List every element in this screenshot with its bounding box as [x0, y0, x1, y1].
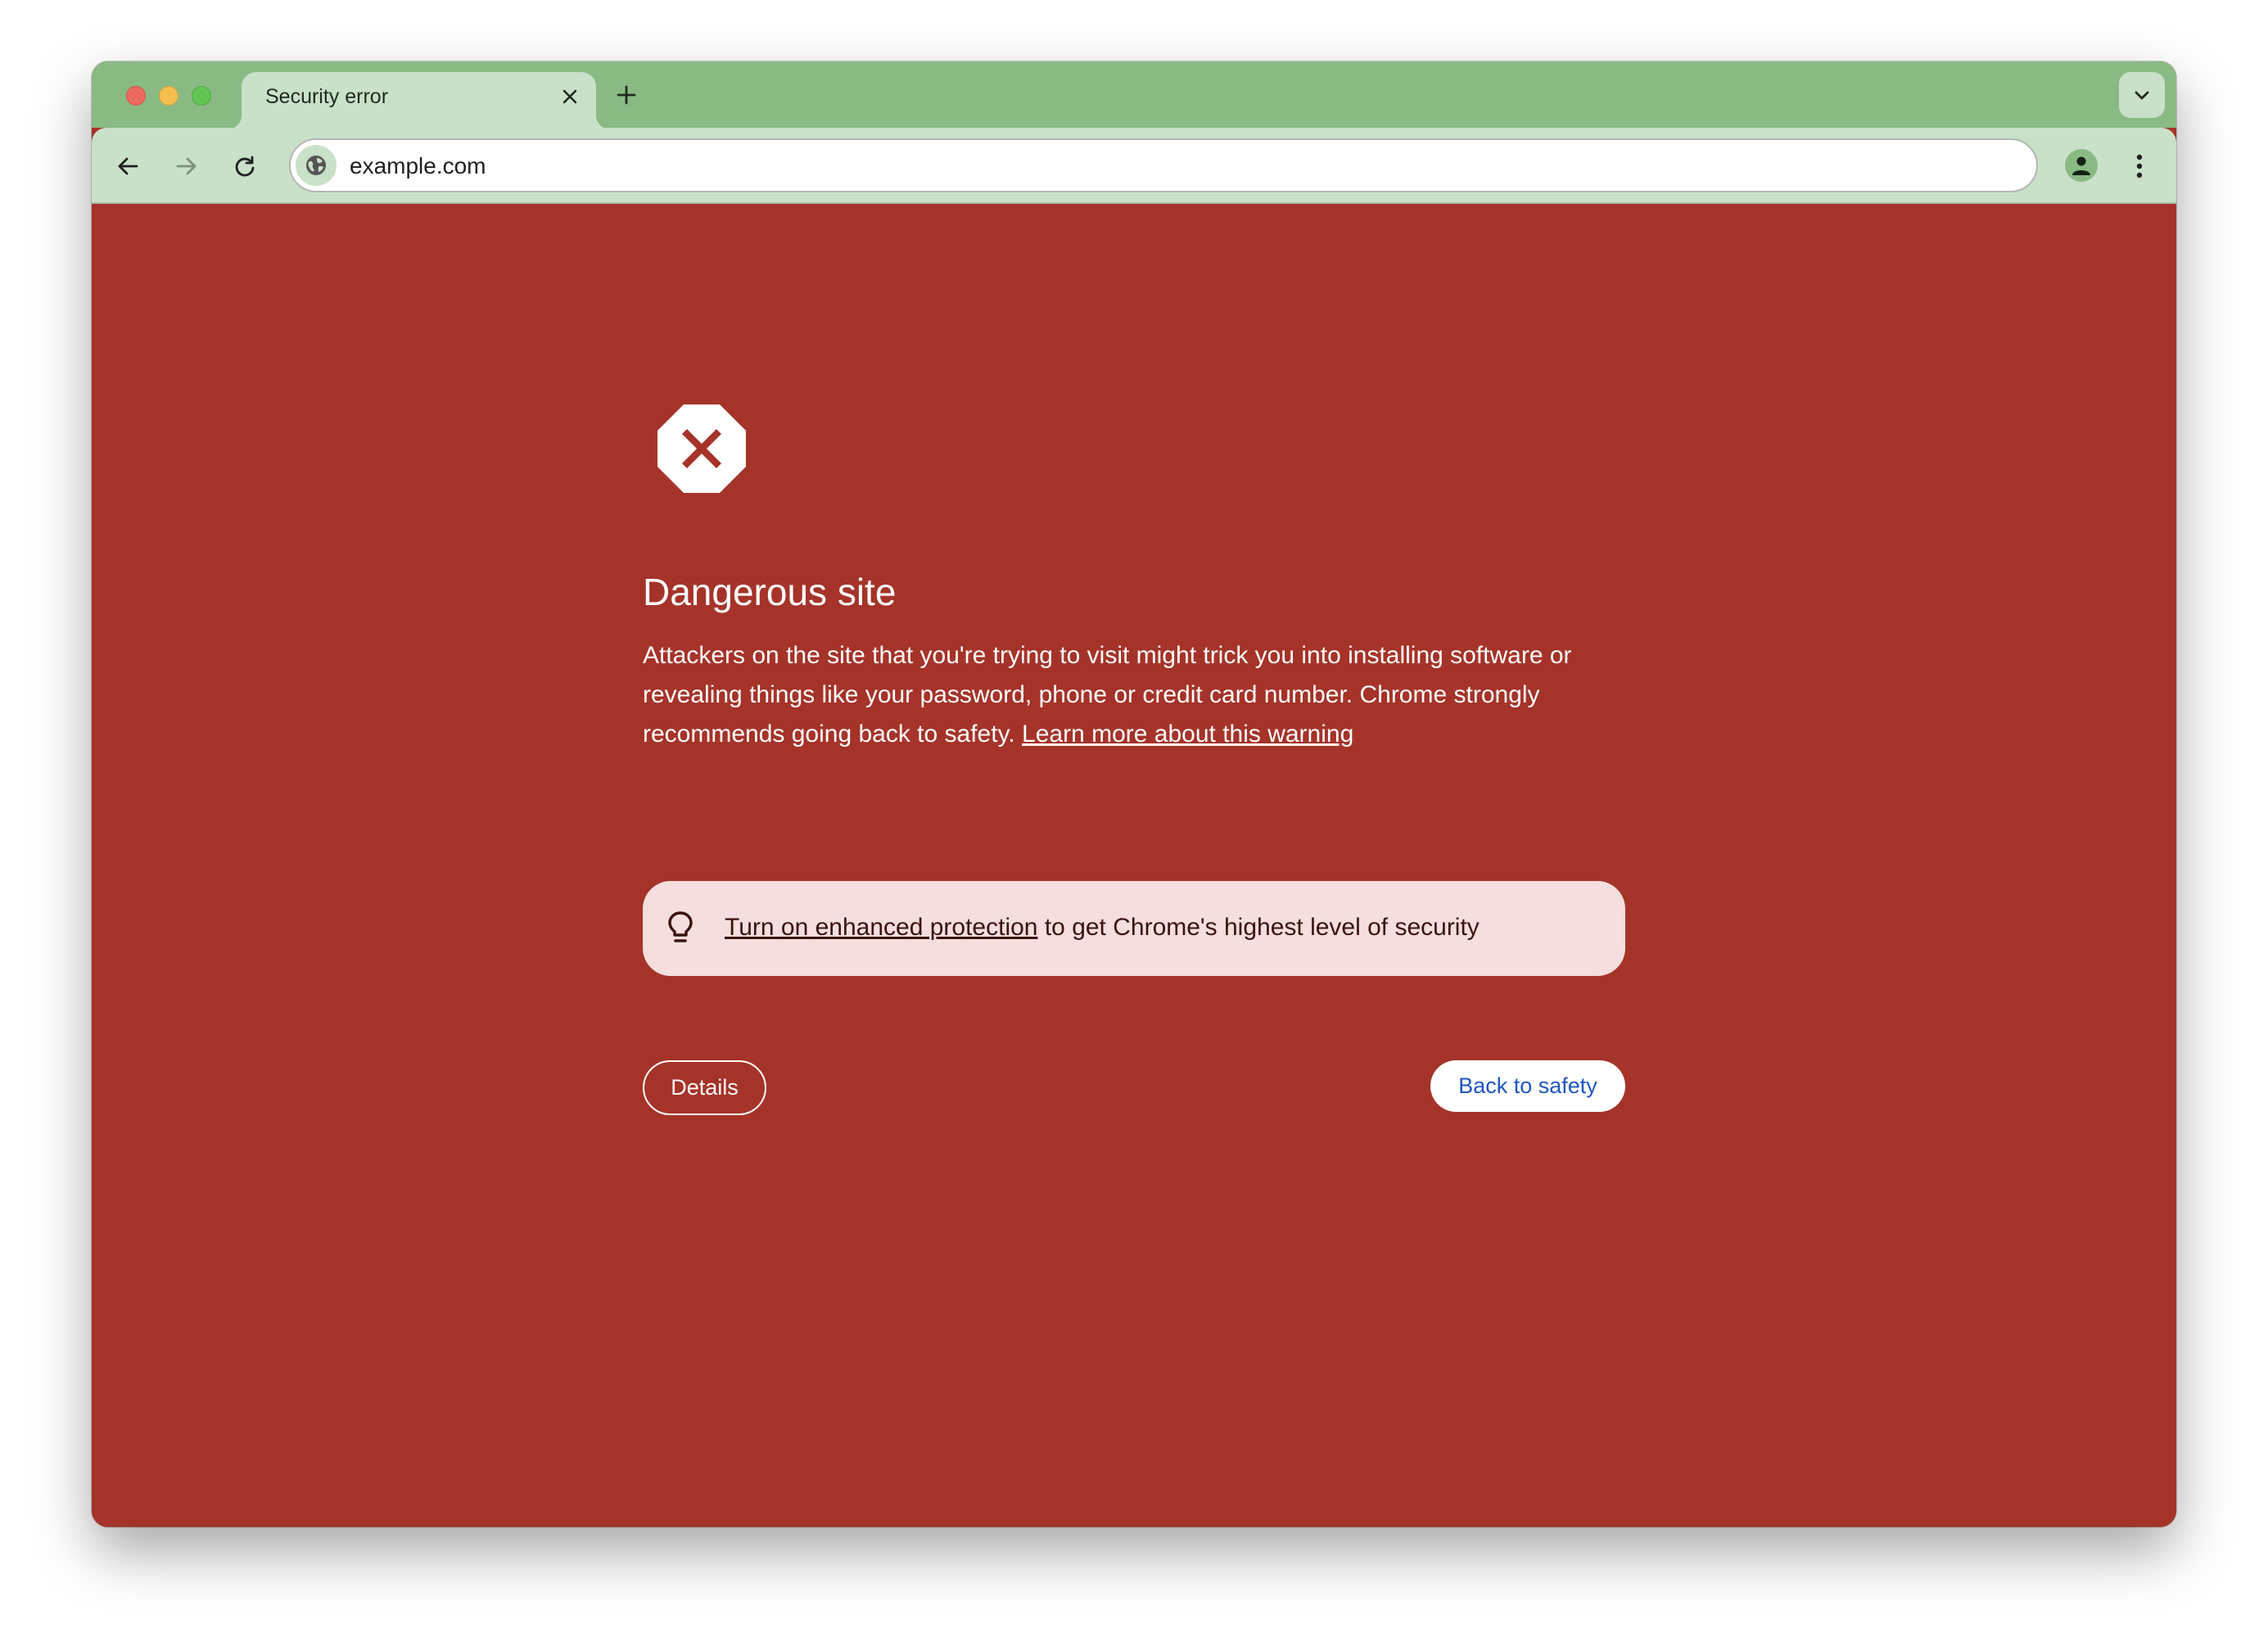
close-icon[interactable]: [555, 82, 585, 111]
toolbar: example.com: [92, 128, 2176, 204]
enhanced-protection-banner: Turn on enhanced protection to get Chrom…: [643, 881, 1625, 976]
page-heading: Dangerous site: [643, 571, 897, 613]
profile-button[interactable]: [2065, 149, 2098, 182]
interstitial-page: Dangerous site Attackers on the site tha…: [92, 204, 2176, 1527]
arrow-left-icon: [118, 157, 138, 175]
person-icon: [2072, 156, 2090, 175]
plus-icon: [617, 85, 636, 105]
browser-menu-button[interactable]: [2127, 147, 2152, 185]
minimize-window-button[interactable]: [159, 86, 178, 106]
learn-more-link[interactable]: Learn more about this warning: [1022, 721, 1353, 748]
site-info-button[interactable]: [296, 145, 337, 186]
back-to-safety-button[interactable]: Back to safety: [1430, 1060, 1625, 1112]
enhanced-protection-link[interactable]: Turn on enhanced protection: [725, 914, 1038, 941]
reload-button[interactable]: [226, 147, 264, 185]
close-window-button[interactable]: [126, 86, 146, 106]
reload-icon: [235, 156, 255, 177]
warning-description: Attackers on the site that you're trying…: [643, 636, 1625, 754]
new-tab-button[interactable]: [611, 79, 642, 111]
address-bar[interactable]: example.com: [289, 138, 2038, 192]
lightbulb-icon: [668, 911, 693, 942]
more-vertical-icon: [2136, 154, 2143, 178]
url-text: example.com: [350, 153, 486, 178]
forward-button[interactable]: [168, 147, 206, 185]
arrow-right-icon: [176, 157, 197, 175]
banner-trailing-text: to get Chrome's highest level of securit…: [1037, 914, 1480, 941]
browser-window: Security error example.com Dangerous sit…: [92, 61, 2176, 1527]
back-button[interactable]: [109, 147, 147, 185]
tab-strip: Security error: [92, 61, 2176, 129]
chevron-down-icon: [2135, 91, 2149, 100]
stop-octagon-x-icon: [657, 404, 746, 493]
maximize-window-button[interactable]: [192, 86, 211, 106]
tab-security-error[interactable]: Security error: [227, 72, 611, 129]
tab-title: Security error: [265, 85, 389, 108]
tab-search-button[interactable]: [2119, 72, 2165, 118]
globe-icon: [306, 156, 326, 175]
details-button[interactable]: Details: [643, 1060, 766, 1115]
banner-text: Turn on enhanced protection to get Chrom…: [725, 914, 1480, 942]
